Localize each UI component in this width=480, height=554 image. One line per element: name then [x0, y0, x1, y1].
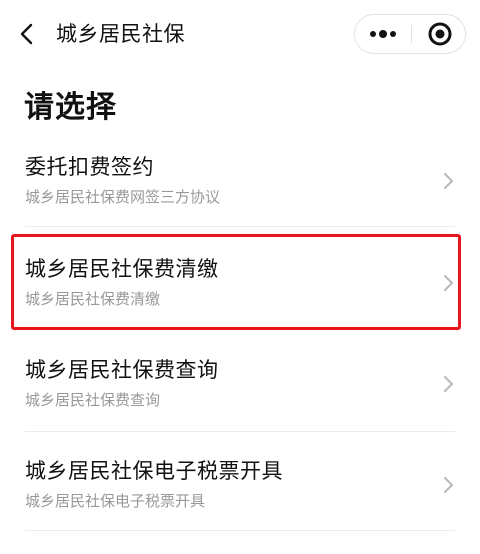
divider: [25, 530, 455, 531]
more-button[interactable]: [355, 15, 411, 53]
menu-item-title: 委托扣费签约: [25, 155, 154, 179]
page-heading: 请选择: [24, 90, 117, 125]
menu-item-title: 城乡居民社保费查询: [25, 358, 219, 382]
close-mini-program-button[interactable]: [412, 15, 468, 53]
menu-item-subtitle: 城乡居民社保费网签三方协议: [25, 188, 221, 206]
chevron-right-icon: [444, 275, 453, 291]
more-dots-icon: [370, 30, 396, 38]
divider: [25, 226, 455, 227]
chevron-right-icon: [444, 376, 453, 392]
menu-item-subtitle: 城乡居民社保费清缴: [25, 290, 161, 308]
menu-item-title: 城乡居民社保费清缴: [25, 257, 219, 281]
divider: [25, 431, 455, 432]
chevron-right-icon: [444, 173, 453, 189]
chevron-left-icon: [20, 23, 33, 45]
nav-title: 城乡居民社保: [56, 22, 185, 46]
menu-item-subtitle: 城乡居民社保费查询: [25, 391, 161, 409]
mini-program-capsule: [354, 14, 466, 54]
target-close-icon: [428, 22, 452, 46]
menu-item-fee-query[interactable]: 城乡居民社保费查询 城乡居民社保费查询: [0, 355, 480, 453]
back-button[interactable]: [14, 20, 42, 48]
navigation-bar: 城乡居民社保: [0, 0, 480, 68]
menu-item-title: 城乡居民社保电子税票开具: [25, 459, 283, 483]
chevron-right-icon: [444, 477, 453, 493]
menu-item-e-tax-receipt[interactable]: 城乡居民社保电子税票开具 城乡居民社保电子税票开具: [0, 456, 480, 554]
menu-item-entrust-deduction[interactable]: 委托扣费签约 城乡居民社保费网签三方协议: [0, 152, 480, 250]
menu-item-fee-payment[interactable]: 城乡居民社保费清缴 城乡居民社保费清缴: [0, 254, 480, 352]
menu-item-subtitle: 城乡居民社保电子税票开具: [25, 492, 206, 510]
